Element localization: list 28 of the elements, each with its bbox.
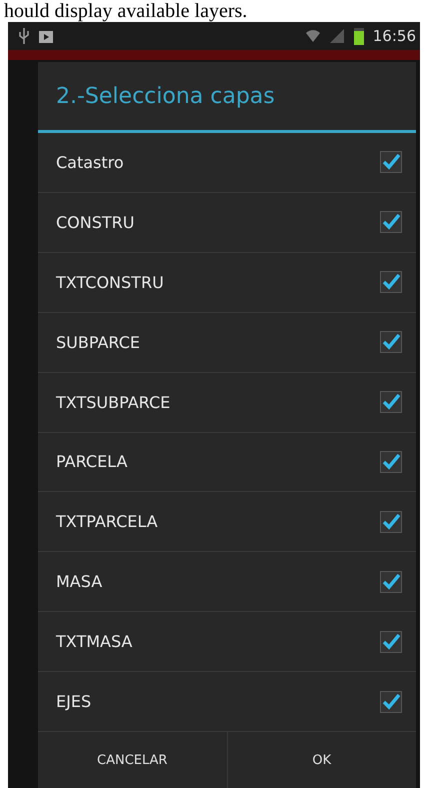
layer-label: SUBPARCE xyxy=(56,332,140,352)
caption-text: hould display available layers. xyxy=(4,0,248,22)
battery-icon xyxy=(352,26,365,46)
layer-label: TXTMASA xyxy=(56,632,132,652)
layer-label: CONSTRU xyxy=(56,212,134,232)
layer-label: TXTSUBPARCE xyxy=(56,392,170,412)
checkbox[interactable] xyxy=(380,450,402,473)
checkbox[interactable] xyxy=(380,570,402,593)
usb-icon xyxy=(18,27,30,45)
layer-label: TXTCONSTRU xyxy=(56,272,164,292)
layer-label: PARCELA xyxy=(56,452,128,472)
checkbox[interactable] xyxy=(380,271,402,294)
layer-label: Catastro xyxy=(56,152,124,172)
layer-label: EJES xyxy=(56,692,92,712)
checkbox[interactable] xyxy=(380,331,402,354)
checkbox[interactable] xyxy=(380,151,402,174)
checkbox[interactable] xyxy=(380,391,402,414)
clock-time: 16:56 xyxy=(372,27,416,45)
signal-icon xyxy=(328,28,345,44)
wifi-icon xyxy=(304,28,321,44)
checkbox[interactable] xyxy=(380,510,402,533)
checkbox[interactable] xyxy=(380,630,402,653)
dialog-title: 2.-Selecciona capas xyxy=(38,62,416,133)
store-icon xyxy=(38,28,54,44)
checkbox[interactable] xyxy=(380,690,402,713)
checkbox[interactable] xyxy=(380,211,402,234)
layer-label: MASA xyxy=(56,572,102,592)
layer-label: TXTPARCELA xyxy=(56,512,158,532)
